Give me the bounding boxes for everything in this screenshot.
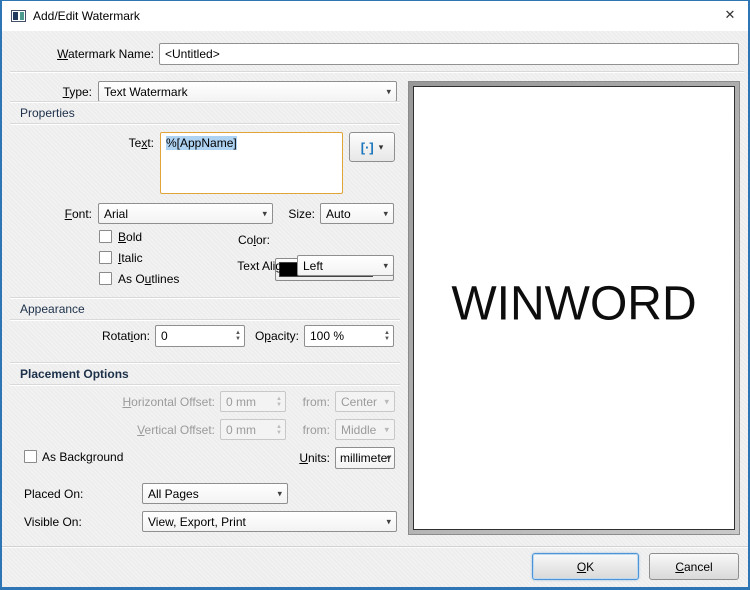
vertical-from-label: from: xyxy=(290,423,330,437)
font-select[interactable]: Arial ▾ xyxy=(98,203,273,224)
section-appearance-title: Appearance xyxy=(20,302,85,316)
placed-on-select[interactable]: All Pages ▾ xyxy=(142,483,288,504)
title-bar: Add/Edit Watermark ✕ xyxy=(2,1,748,31)
section-properties-title: Properties xyxy=(20,106,75,120)
text-label: Text: xyxy=(62,136,154,150)
horizontal-offset-input: 0 mm ▲▼ xyxy=(220,391,286,412)
placement-rule-top xyxy=(10,362,400,364)
close-icon: ✕ xyxy=(725,7,736,22)
size-select[interactable]: Auto ▾ xyxy=(320,203,394,224)
chevron-down-icon: ▾ xyxy=(386,452,391,463)
close-button[interactable]: ✕ xyxy=(712,1,748,31)
spin-down-icon: ▼ xyxy=(276,402,282,408)
placed-on-label: Placed On: xyxy=(24,487,83,501)
font-label: Font: xyxy=(10,207,92,221)
text-input[interactable]: %[AppName] xyxy=(160,132,343,194)
chevron-down-icon: ▾ xyxy=(384,424,389,435)
units-label: Units: xyxy=(270,451,330,465)
watermark-name-label: Watermark Name: xyxy=(10,47,154,61)
watermark-preview-text: WINWORD xyxy=(451,276,696,331)
window-title: Add/Edit Watermark xyxy=(33,9,140,23)
horizontal-from-select: Center ▾ xyxy=(335,391,395,412)
vertical-offset-input: 0 mm ▲▼ xyxy=(220,419,286,440)
size-label: Size: xyxy=(265,207,315,221)
watermark-name-input[interactable]: <Untitled> xyxy=(159,43,739,65)
add-edit-watermark-dialog: Add/Edit Watermark ✕ Watermark Name: <Un… xyxy=(0,0,750,590)
chevron-down-icon: ▾ xyxy=(386,516,391,527)
opacity-spin-down[interactable]: ▼ xyxy=(384,336,390,342)
type-select[interactable]: Text Watermark ▾ xyxy=(98,81,397,102)
ok-button[interactable]: OK xyxy=(532,553,639,580)
preview-panel: WINWORD xyxy=(408,81,740,535)
bold-checkbox[interactable] xyxy=(99,230,112,243)
placement-rule-bottom xyxy=(10,384,400,386)
as-outlines-label: As Outlines xyxy=(118,272,179,286)
dialog-body: Watermark Name: <Untitled> Type: Text Wa… xyxy=(2,31,748,587)
chevron-down-icon: ▾ xyxy=(386,86,391,97)
color-label: Color: xyxy=(200,233,270,247)
appearance-rule-bottom xyxy=(10,319,400,321)
text-align-label: Text Align: xyxy=(202,259,292,273)
chevron-down-icon: ▾ xyxy=(383,260,388,271)
italic-label: Italic xyxy=(118,251,143,265)
type-value: Text Watermark xyxy=(104,85,188,99)
text-align-select[interactable]: Left ▾ xyxy=(297,255,394,276)
units-select[interactable]: millimeter ▾ xyxy=(335,447,395,469)
chevron-down-icon: ▾ xyxy=(384,396,389,407)
as-background-label: As Background xyxy=(42,450,123,464)
text-selection: %[AppName] xyxy=(166,136,237,150)
spin-down-icon: ▼ xyxy=(276,430,282,436)
appearance-rule-top xyxy=(10,297,400,299)
opacity-label: Opacity: xyxy=(219,329,299,343)
cancel-button[interactable]: Cancel xyxy=(649,553,739,580)
macro-button[interactable]: [·] ▾ xyxy=(349,132,395,162)
rotation-label: Rotation: xyxy=(50,329,150,343)
vertical-offset-label: Vertical Offset: xyxy=(45,423,215,437)
visible-on-select[interactable]: View, Export, Print ▾ xyxy=(142,511,397,532)
opacity-input[interactable]: 100 % ▲▼ xyxy=(304,325,394,347)
as-background-checkbox[interactable] xyxy=(24,450,37,463)
as-outlines-checkbox[interactable] xyxy=(99,272,112,285)
bold-label: Bold xyxy=(118,230,142,244)
chevron-down-icon: ▾ xyxy=(379,142,384,153)
properties-rule-bottom xyxy=(10,123,400,125)
section-placement-title: Placement Options xyxy=(20,367,129,381)
horizontal-from-label: from: xyxy=(290,395,330,409)
type-label: Type: xyxy=(10,85,92,99)
footer-separator xyxy=(2,546,750,548)
vertical-from-select: Middle ▾ xyxy=(335,419,395,440)
italic-checkbox[interactable] xyxy=(99,251,112,264)
visible-on-label: Visible On: xyxy=(24,515,82,529)
properties-rule-top xyxy=(10,101,400,103)
macro-icon: [·] xyxy=(361,140,374,155)
preview-page: WINWORD xyxy=(413,86,735,530)
header-separator xyxy=(10,71,744,73)
app-icon xyxy=(11,10,26,22)
chevron-down-icon: ▾ xyxy=(383,208,388,219)
chevron-down-icon: ▾ xyxy=(277,488,282,499)
horizontal-offset-label: Horizontal Offset: xyxy=(45,395,215,409)
